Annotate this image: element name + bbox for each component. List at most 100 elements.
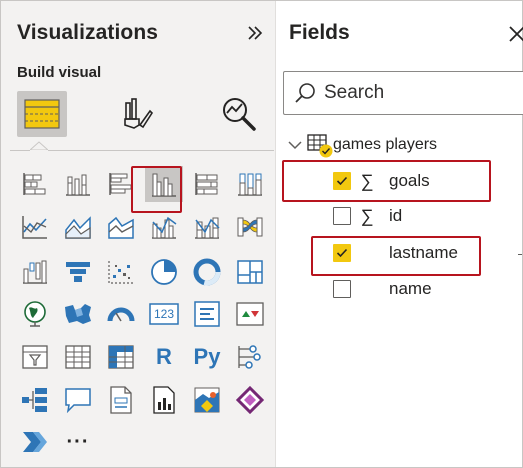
fields-title: Fields: [289, 21, 350, 44]
sum-icon: ∑: [360, 205, 374, 226]
funnel-icon: [66, 262, 90, 282]
python-visual-button[interactable]: Py: [188, 339, 226, 375]
search-box[interactable]: [283, 71, 523, 115]
field-checkbox[interactable]: [333, 244, 351, 262]
double-chevron-right-icon: [248, 26, 263, 40]
field-row-name[interactable]: name: [333, 276, 432, 302]
multi-row-card-icon: [194, 301, 220, 327]
card-button[interactable]: 123: [145, 296, 183, 332]
table-icon: [65, 345, 91, 369]
clustered-column-chart-icon: [152, 173, 176, 197]
clustered-bar-chart-button[interactable]: [102, 166, 140, 202]
visualizations-title: Visualizations: [17, 21, 159, 44]
power-apps-icon: [236, 386, 264, 414]
field-row-lastname[interactable]: lastname: [333, 240, 458, 266]
line-clustered-column-chart-button[interactable]: [145, 209, 183, 245]
stacked-area-chart-button[interactable]: [102, 209, 140, 245]
build-visual-icon: [24, 99, 60, 129]
paginated-report-icon: [110, 386, 132, 414]
field-checkbox[interactable]: [333, 207, 351, 225]
key-influencers-button[interactable]: [231, 339, 269, 375]
arcgis-map-icon: [194, 387, 220, 413]
collapse-pane-button[interactable]: [243, 20, 267, 46]
smart-narrative-icon: [153, 386, 175, 414]
line-chart-icon: [22, 216, 47, 239]
qa-button[interactable]: [59, 382, 97, 418]
waterfall-chart-icon: [23, 260, 47, 284]
power-apps-button[interactable]: [231, 382, 269, 418]
selected-check-badge-icon: [319, 144, 333, 158]
multi-row-card-button[interactable]: [188, 296, 226, 332]
analytics-tab[interactable]: [214, 91, 264, 137]
more-visuals-button[interactable]: ···: [59, 424, 97, 460]
paintbrush-icon: [124, 98, 154, 129]
matrix-button[interactable]: [102, 339, 140, 375]
table-node-games-players[interactable]: games players: [287, 131, 437, 159]
waterfall-chart-button[interactable]: [16, 254, 54, 290]
funnel-button[interactable]: [59, 254, 97, 290]
clustered-column-chart-button[interactable]: [145, 166, 183, 202]
search-input[interactable]: [324, 82, 504, 104]
map-icon: [24, 301, 46, 327]
matrix-icon: [108, 345, 134, 369]
field-label: name: [389, 279, 432, 298]
field-checkbox[interactable]: [333, 172, 351, 190]
filled-map-button[interactable]: [59, 296, 97, 332]
checkmark-icon: [336, 248, 348, 258]
stacked-column-chart-button[interactable]: [59, 166, 97, 202]
donut-chart-icon: [193, 258, 221, 286]
field-row-goals[interactable]: ∑ goals: [333, 168, 430, 194]
table-icon-wrap: [303, 134, 333, 158]
gauge-button[interactable]: [102, 296, 140, 332]
paginated-report-button[interactable]: [102, 382, 140, 418]
key-influencers-icon: [238, 345, 261, 369]
gauge-icon: [107, 307, 135, 322]
area-chart-button[interactable]: [59, 209, 97, 245]
table-visual-button[interactable]: [59, 339, 97, 375]
checkmark-icon: [336, 176, 348, 186]
arcgis-map-button[interactable]: [188, 382, 226, 418]
close-icon: [509, 26, 523, 42]
build-visual-label: Build visual: [17, 64, 102, 81]
decomposition-tree-button[interactable]: [16, 382, 54, 418]
power-automate-icon: [23, 432, 47, 452]
pie-chart-button[interactable]: [145, 254, 183, 290]
chevron-down-icon[interactable]: [287, 137, 303, 153]
sum-icon: ∑: [360, 170, 374, 191]
100-stacked-bar-chart-button[interactable]: [188, 166, 226, 202]
kpi-button[interactable]: [231, 296, 269, 332]
line-stacked-column-chart-button[interactable]: [188, 209, 226, 245]
python-visual-icon: Py: [193, 344, 221, 369]
field-label: goals: [389, 171, 430, 190]
100-stacked-column-chart-icon: [238, 173, 262, 196]
field-checkbox[interactable]: [333, 280, 351, 298]
stacked-bar-chart-button[interactable]: [16, 166, 54, 202]
mode-tabs-underline: [10, 150, 274, 151]
100-stacked-column-chart-button[interactable]: [231, 166, 269, 202]
r-visual-button[interactable]: R: [145, 339, 183, 375]
scatter-chart-button[interactable]: [102, 254, 140, 290]
slicer-icon: [22, 345, 48, 369]
field-label: lastname: [389, 243, 458, 262]
treemap-icon: [237, 260, 263, 284]
table-name: games players: [333, 136, 438, 153]
treemap-button[interactable]: [231, 254, 269, 290]
line-chart-button[interactable]: [16, 209, 54, 245]
resize-handle-mark: [518, 254, 522, 255]
stacked-column-chart-icon: [66, 174, 90, 196]
donut-chart-button[interactable]: [188, 254, 226, 290]
slicer-button[interactable]: [16, 339, 54, 375]
decomposition-tree-icon: [22, 388, 47, 412]
area-chart-icon: [65, 216, 91, 239]
map-button[interactable]: [16, 296, 54, 332]
smart-narrative-button[interactable]: [145, 382, 183, 418]
build-visual-tab[interactable]: [17, 91, 67, 137]
field-row-id[interactable]: ∑ id: [333, 203, 402, 229]
analytics-magnifier-icon: [223, 98, 256, 131]
close-pane-button[interactable]: [508, 22, 523, 44]
power-automate-button[interactable]: [16, 424, 54, 460]
kpi-icon: [236, 302, 264, 326]
line-stacked-column-chart-icon: [195, 217, 220, 239]
ribbon-chart-button[interactable]: [231, 209, 269, 245]
format-visual-tab[interactable]: [112, 91, 162, 137]
